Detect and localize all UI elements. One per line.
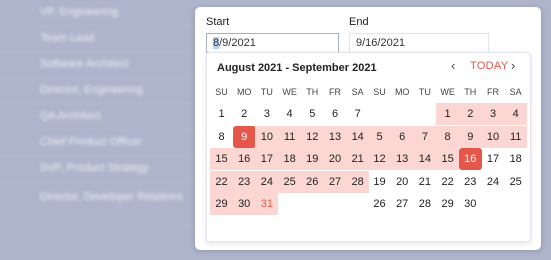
weekday-header: WE (440, 87, 455, 97)
day-cell[interactable]: 30 (232, 193, 256, 215)
day-cell[interactable]: 28 (413, 193, 436, 215)
day-cell[interactable]: 6 (324, 103, 347, 125)
background-list-item: Team Lead (0, 26, 200, 52)
day-cell[interactable]: 19 (368, 171, 391, 193)
day-cell[interactable]: 25 (278, 170, 302, 193)
day-cell[interactable]: 20 (391, 171, 414, 193)
day-cell[interactable]: 12 (300, 125, 324, 148)
weekday-header: TU (260, 87, 273, 97)
start-date-text: /9/2021 (219, 37, 256, 49)
weekday-header: TU (418, 87, 431, 97)
weekday-header: TH (464, 87, 477, 97)
end-label: End (349, 16, 369, 28)
day-cell[interactable]: 21 (413, 171, 436, 193)
day-cell[interactable]: 2 (233, 103, 256, 125)
day-cell[interactable]: 22 (436, 171, 459, 193)
today-button[interactable]: TODAY (470, 60, 508, 72)
background-list-item: Software Architect (0, 52, 200, 78)
day-cell[interactable]: 14 (413, 148, 437, 171)
day-cell[interactable]: 8 (436, 125, 460, 148)
day-cell[interactable]: 7 (346, 103, 369, 125)
day-cell[interactable]: 26 (300, 170, 324, 193)
day-cell[interactable]: 30 (459, 193, 482, 215)
calendar-title: August 2021 - September 2021 (217, 62, 377, 74)
background-list: VP, Engineering Team Lead Software Archite… (0, 0, 200, 260)
start-date-input[interactable]: 8/9/2021 (206, 33, 339, 53)
day-cell[interactable]: 9 (458, 125, 482, 148)
day-cell[interactable]: 5 (368, 125, 391, 148)
day-cell[interactable]: 11 (278, 125, 302, 148)
day-cell[interactable]: 17 (482, 148, 505, 170)
day-cell[interactable]: 14 (346, 125, 370, 148)
start-label: Start (206, 16, 230, 28)
day-cell[interactable]: 6 (390, 125, 414, 148)
background-list-item: QA Architect (0, 104, 200, 130)
day-cell[interactable]: 5 (301, 103, 324, 125)
day-cell[interactable]: 28 (346, 170, 370, 193)
day-cell[interactable]: 4 (278, 103, 301, 125)
background-list-item: Chief Product Officer (0, 130, 200, 156)
weekday-header: TH (306, 87, 319, 97)
day-cell[interactable]: 24 (482, 171, 505, 193)
day-cell[interactable]: 3 (255, 103, 278, 125)
day-cell[interactable]: 29 (210, 193, 233, 215)
day-cell[interactable]: 16 (458, 148, 482, 171)
day-cell[interactable]: 15 (436, 148, 460, 171)
day-cell[interactable]: 24 (255, 170, 279, 193)
day-cell[interactable]: 21 (346, 148, 370, 171)
weekday-header: MO (394, 87, 410, 97)
day-cell[interactable]: 8 (210, 126, 233, 148)
weekday-header: WE (282, 87, 297, 97)
date-range-popover: Start End 8/9/2021 9/16/2021 August 2021… (195, 7, 541, 250)
background-list-item: Director, Engineering (0, 78, 200, 104)
calendar: August 2021 - September 2021 ‹ TODAY › S… (206, 52, 531, 242)
day-cell[interactable]: 12 (368, 148, 391, 171)
day-cell[interactable]: 22 (210, 170, 233, 193)
day-cell[interactable]: 15 (210, 148, 233, 171)
day-cell[interactable]: 13 (390, 148, 414, 171)
day-cell[interactable]: 23 (232, 170, 256, 193)
weekday-header: SA (509, 87, 522, 97)
weekday-header: FR (329, 87, 341, 97)
day-cell[interactable]: 27 (323, 170, 347, 193)
day-cell[interactable]: 1 (436, 103, 460, 126)
day-cell[interactable]: 17 (255, 148, 279, 171)
day-cell[interactable]: 3 (481, 103, 505, 126)
day-cell[interactable]: 2 (458, 103, 482, 126)
day-cell[interactable]: 10 (481, 125, 505, 148)
day-cell[interactable]: 16 (232, 148, 256, 171)
day-cell[interactable]: 7 (413, 125, 437, 148)
weekday-header: SA (351, 87, 364, 97)
previous-month-button[interactable]: ‹ (451, 58, 455, 73)
day-cell[interactable]: 23 (459, 171, 482, 193)
day-cell[interactable]: 27 (391, 193, 414, 215)
day-cell[interactable]: 9 (232, 125, 256, 148)
weekday-header: SU (215, 87, 228, 97)
background-list-item: SVP, Product Strategy (0, 156, 200, 182)
day-cell[interactable]: 4 (504, 103, 528, 126)
day-cell[interactable]: 31 (255, 193, 279, 215)
weekday-header: SU (373, 87, 386, 97)
day-cell[interactable]: 19 (300, 148, 324, 171)
background-list-item: VP, Engineering (0, 0, 200, 26)
weekday-header: MO (236, 87, 252, 97)
weekday-header: FR (487, 87, 499, 97)
next-month-button[interactable]: › (511, 58, 515, 73)
day-cell[interactable]: 26 (368, 193, 391, 215)
day-cell[interactable]: 25 (504, 171, 527, 193)
day-cell[interactable]: 10 (255, 125, 279, 148)
day-cell[interactable]: 20 (323, 148, 347, 171)
day-cell[interactable]: 29 (436, 193, 459, 215)
day-cell[interactable]: 11 (504, 125, 528, 148)
day-cell[interactable]: 13 (323, 125, 347, 148)
day-cell[interactable]: 18 (504, 148, 527, 170)
background-list-item: Director, Developer Relations (0, 182, 200, 226)
day-cell[interactable]: 18 (278, 148, 302, 171)
day-cell[interactable]: 1 (210, 103, 233, 125)
end-date-input[interactable]: 9/16/2021 (349, 33, 489, 53)
